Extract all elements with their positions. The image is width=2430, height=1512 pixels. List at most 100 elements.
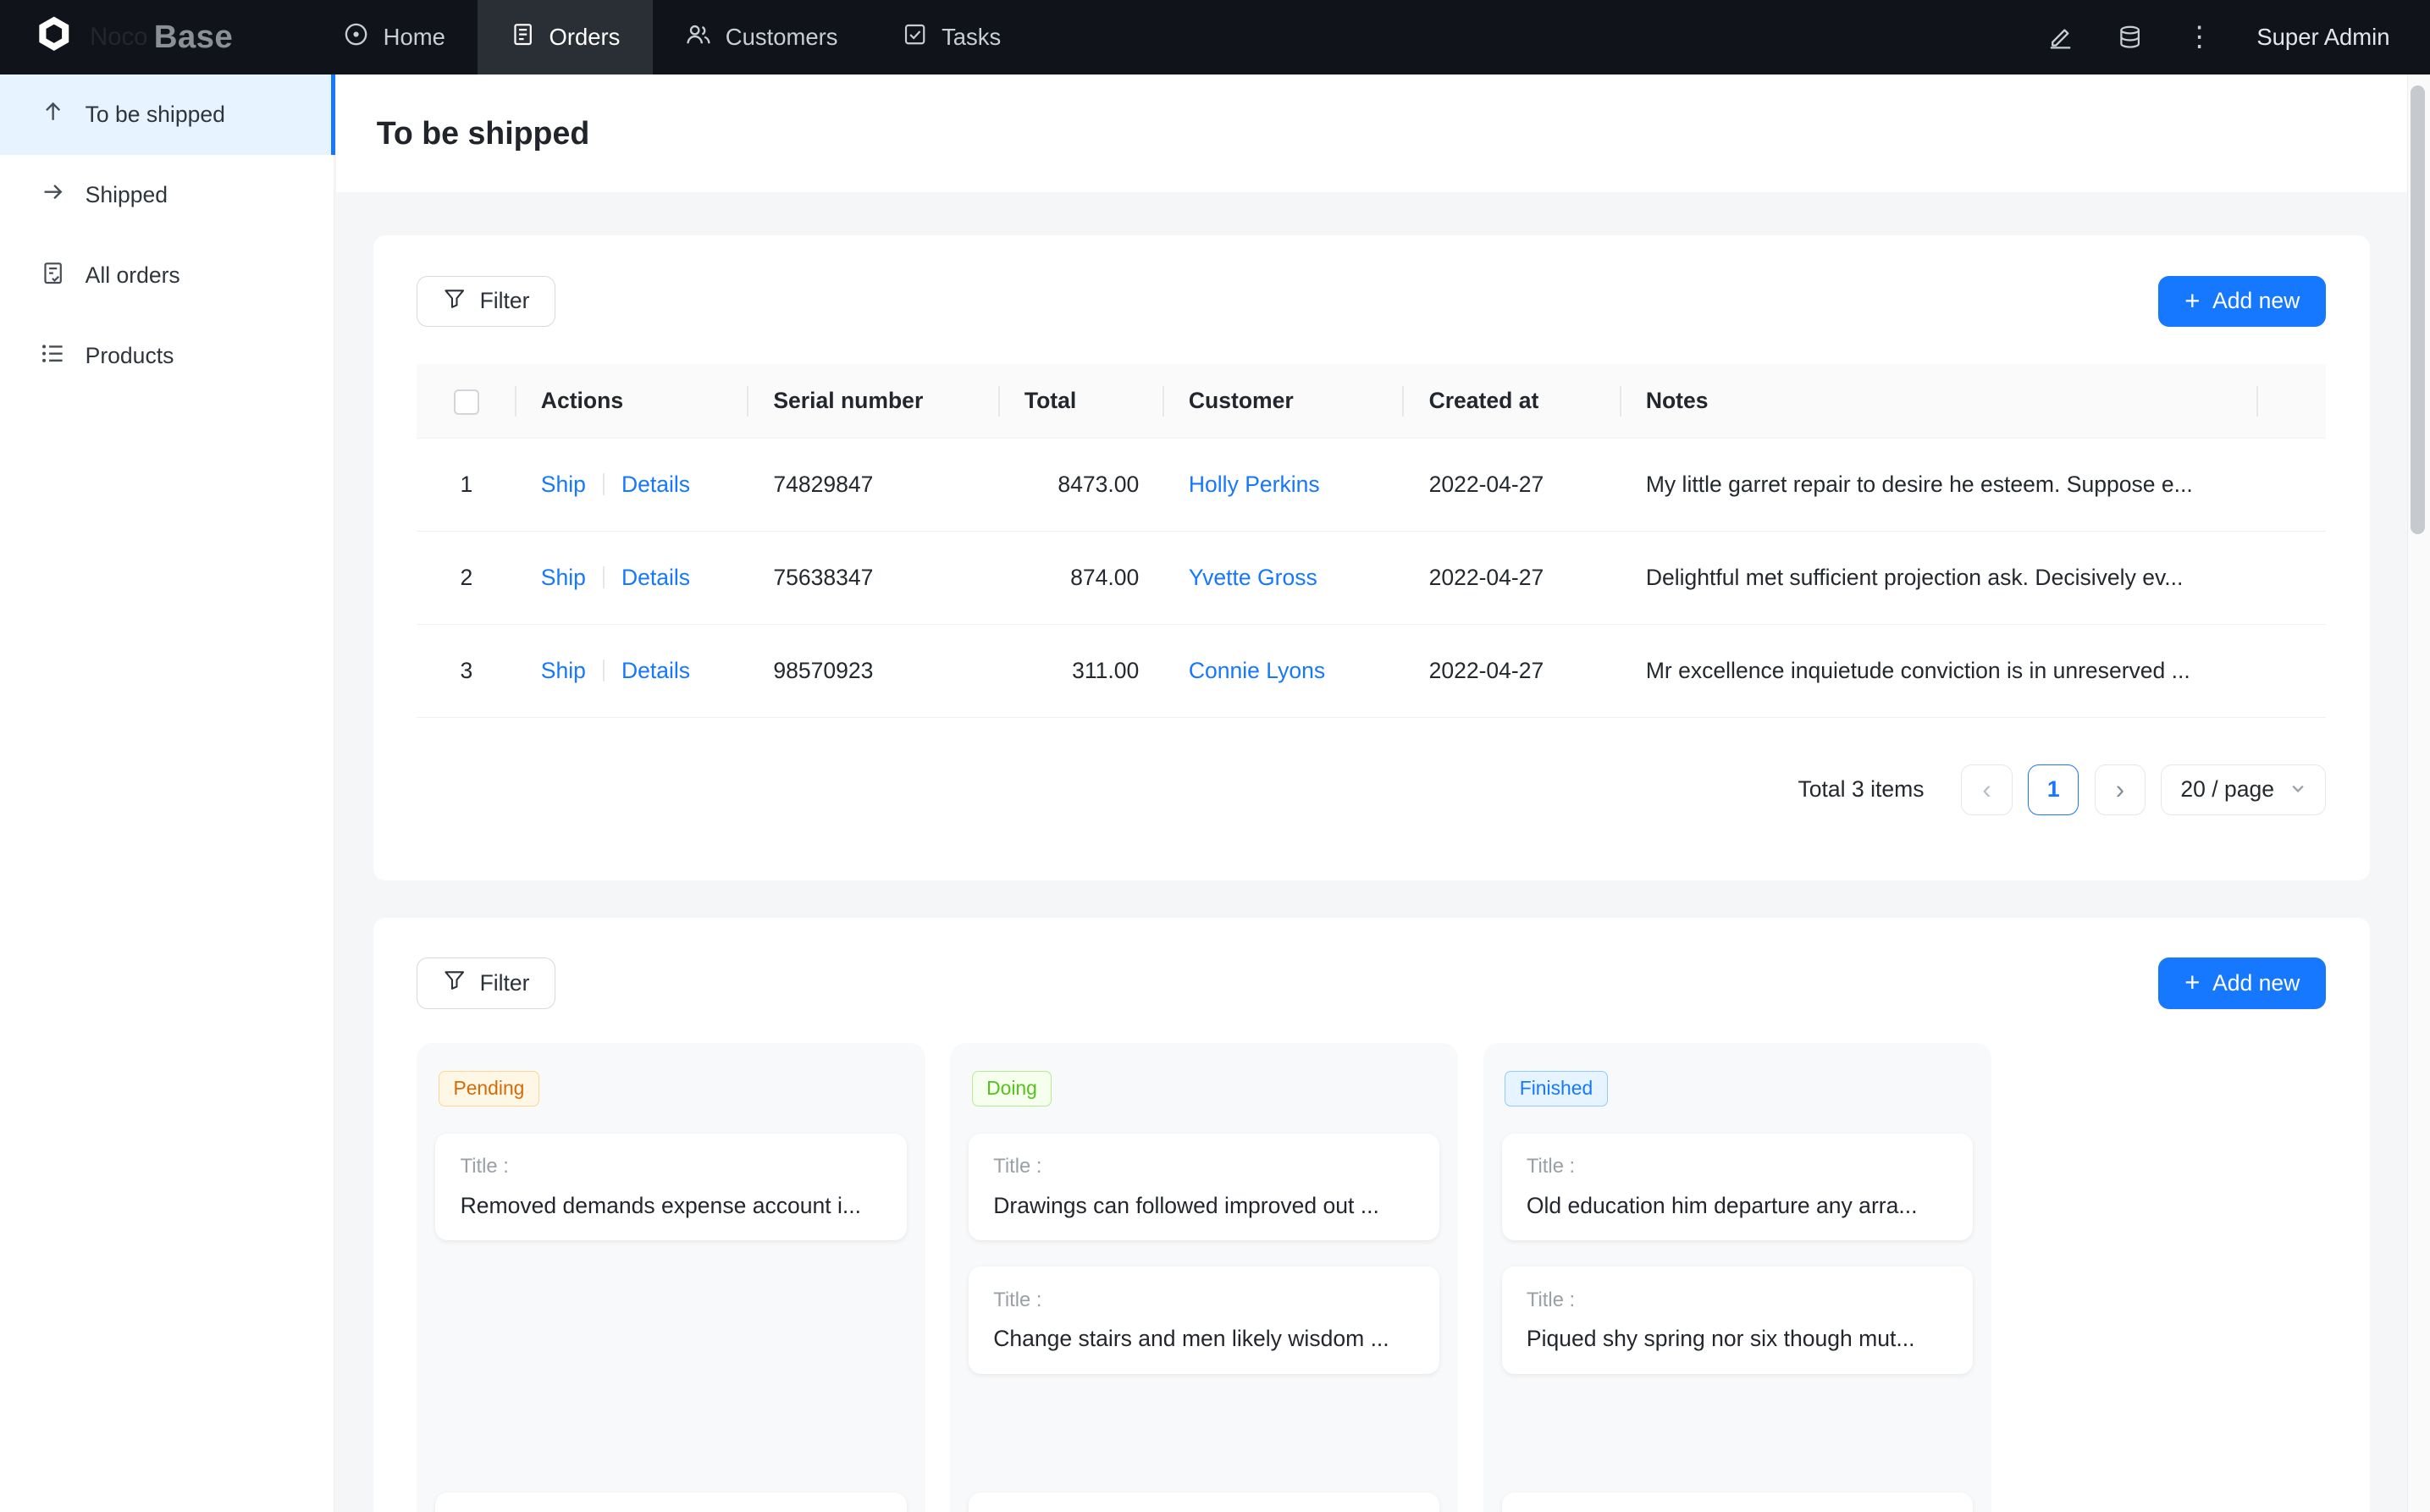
filter-funnel-icon [443, 968, 466, 997]
sidebar-item-label: To be shipped [86, 102, 225, 128]
sidebar-item-label: All orders [86, 262, 180, 289]
row-spacer-cell [2258, 439, 2327, 532]
tasks-kanban-block: Filter + Add new Pending Title : Removed… [373, 918, 2370, 1512]
sidebar-item-products[interactable]: Products [0, 316, 334, 396]
customer-link[interactable]: Connie Lyons [1189, 658, 1325, 683]
row-actions: Ship Details [516, 625, 749, 718]
details-link[interactable]: Details [621, 565, 690, 590]
nav-item-home[interactable]: Home [311, 0, 478, 74]
kanban-card[interactable]: Title : Old education him departure any … [1502, 1134, 1973, 1241]
customer-cell: Yvette Gross [1164, 532, 1405, 625]
ui-editor-highlighter-icon[interactable] [2047, 24, 2074, 50]
more-options-kebab-icon[interactable]: ⋮ [2185, 23, 2213, 51]
column-header-actions: Actions [516, 364, 749, 439]
top-navbar: NocoBase Home Orders Customers [0, 0, 2430, 74]
column-header-total: Total [1000, 364, 1164, 439]
row-actions: Ship Details [516, 532, 749, 625]
action-divider [603, 659, 605, 682]
plus-icon: + [2184, 969, 2200, 996]
order-document-icon [41, 261, 65, 291]
kanban-column-finished: Finished Title : Old education him depar… [1483, 1043, 1991, 1512]
card-field-label: Title : [1527, 1155, 1948, 1178]
scrollbar-thumb[interactable] [2411, 86, 2424, 535]
column-header-notes: Notes [1621, 364, 2258, 439]
orders-table: Actions Serial number Total Customer Cre… [417, 364, 2326, 718]
sidebar: To be shipped Shipped All orders Product… [0, 74, 334, 1512]
customer-link[interactable]: Holly Perkins [1189, 472, 1320, 497]
add-new-button[interactable]: + Add new [2158, 276, 2326, 327]
vertical-scrollbar[interactable] [2407, 74, 2430, 1512]
notes-cell: Delightful met sufficient projection ask… [1621, 532, 2258, 625]
kanban-toolbar: Filter + Add new [417, 957, 2326, 1008]
nav-item-label: Orders [549, 24, 620, 51]
page-header: To be shipped [336, 74, 2430, 192]
serial-number-cell: 98570923 [748, 625, 1000, 718]
filter-button-label: Filter [480, 288, 530, 314]
row-index: 2 [417, 532, 516, 625]
column-header-spacer [2258, 364, 2327, 439]
kanban-card-partial[interactable] [435, 1493, 906, 1512]
select-all-header-cell [417, 364, 516, 439]
nav-item-tasks[interactable]: Tasks [870, 0, 1034, 74]
pagination-next-button[interactable]: › [2095, 764, 2146, 815]
filter-button-label: Filter [480, 970, 530, 996]
total-cell: 8473.00 [1000, 439, 1164, 532]
database-icon[interactable] [2118, 25, 2142, 49]
customers-icon [685, 21, 711, 53]
details-link[interactable]: Details [621, 658, 690, 683]
row-actions: Ship Details [516, 439, 749, 532]
pagination-total: Total 3 items [1798, 776, 1925, 803]
table-header-row: Actions Serial number Total Customer Cre… [417, 364, 2326, 439]
filter-button[interactable]: Filter [417, 276, 555, 327]
nav-item-label: Home [384, 24, 445, 51]
card-field-label: Title : [993, 1289, 1415, 1312]
sidebar-item-shipped[interactable]: Shipped [0, 155, 334, 235]
select-all-checkbox[interactable] [454, 389, 478, 414]
home-icon [343, 21, 369, 53]
main-content: Filter + Add new Actions Serial number T [336, 192, 2406, 1512]
logo-text-base: Base [154, 19, 233, 56]
column-header-customer: Customer [1164, 364, 1405, 439]
sidebar-item-label: Products [86, 343, 174, 369]
kanban-card[interactable]: Title : Piqued shy spring nor six though… [1502, 1266, 1973, 1374]
kanban-card-partial[interactable] [969, 1493, 1439, 1512]
arrow-right-icon [41, 179, 65, 210]
arrow-up-icon [41, 99, 65, 130]
kanban-board: Pending Title : Removed demands expense … [417, 1043, 2326, 1512]
nav-item-customers[interactable]: Customers [653, 0, 870, 74]
sidebar-item-to-be-shipped[interactable]: To be shipped [0, 74, 334, 155]
filter-button[interactable]: Filter [417, 957, 555, 1008]
pagination-prev-button[interactable]: ‹ [1961, 764, 2012, 815]
nocobase-logo[interactable]: NocoBase [0, 0, 267, 74]
row-index: 1 [417, 439, 516, 532]
kanban-card[interactable]: Title : Removed demands expense account … [435, 1134, 906, 1241]
ship-link[interactable]: Ship [541, 565, 586, 590]
orders-table-block: Filter + Add new Actions Serial number T [373, 235, 2370, 880]
card-field-label: Title : [993, 1155, 1415, 1178]
add-new-button[interactable]: + Add new [2158, 957, 2326, 1008]
user-menu[interactable]: Super Admin [2256, 24, 2389, 51]
page-size-select[interactable]: 20 / page [2161, 764, 2326, 815]
pagination-page-1[interactable]: 1 [2028, 764, 2079, 815]
kanban-card-partial[interactable] [1502, 1493, 1973, 1512]
ship-link[interactable]: Ship [541, 658, 586, 683]
nav-item-orders[interactable]: Orders [478, 0, 652, 74]
card-title-text: Removed demands expense account i... [461, 1193, 882, 1219]
ship-link[interactable]: Ship [541, 472, 586, 497]
nav-item-label: Tasks [942, 24, 1001, 51]
card-field-label: Title : [1527, 1289, 1948, 1312]
kanban-card[interactable]: Title : Change stairs and men likely wis… [969, 1266, 1439, 1374]
created-at-cell: 2022-04-27 [1404, 625, 1621, 718]
kanban-card[interactable]: Title : Drawings can followed improved o… [969, 1134, 1439, 1241]
main-menu: Home Orders Customers Tasks [311, 0, 1034, 74]
created-at-cell: 2022-04-27 [1404, 532, 1621, 625]
sidebar-item-all-orders[interactable]: All orders [0, 235, 334, 316]
notes-cell: Mr excellence inquietude conviction is i… [1621, 625, 2258, 718]
customer-link[interactable]: Yvette Gross [1189, 565, 1317, 590]
add-new-button-label: Add new [2212, 288, 2300, 314]
customer-cell: Holly Perkins [1164, 439, 1405, 532]
kanban-column-pending: Pending Title : Removed demands expense … [417, 1043, 925, 1512]
row-index: 3 [417, 625, 516, 718]
details-link[interactable]: Details [621, 472, 690, 497]
filter-funnel-icon [443, 287, 466, 316]
